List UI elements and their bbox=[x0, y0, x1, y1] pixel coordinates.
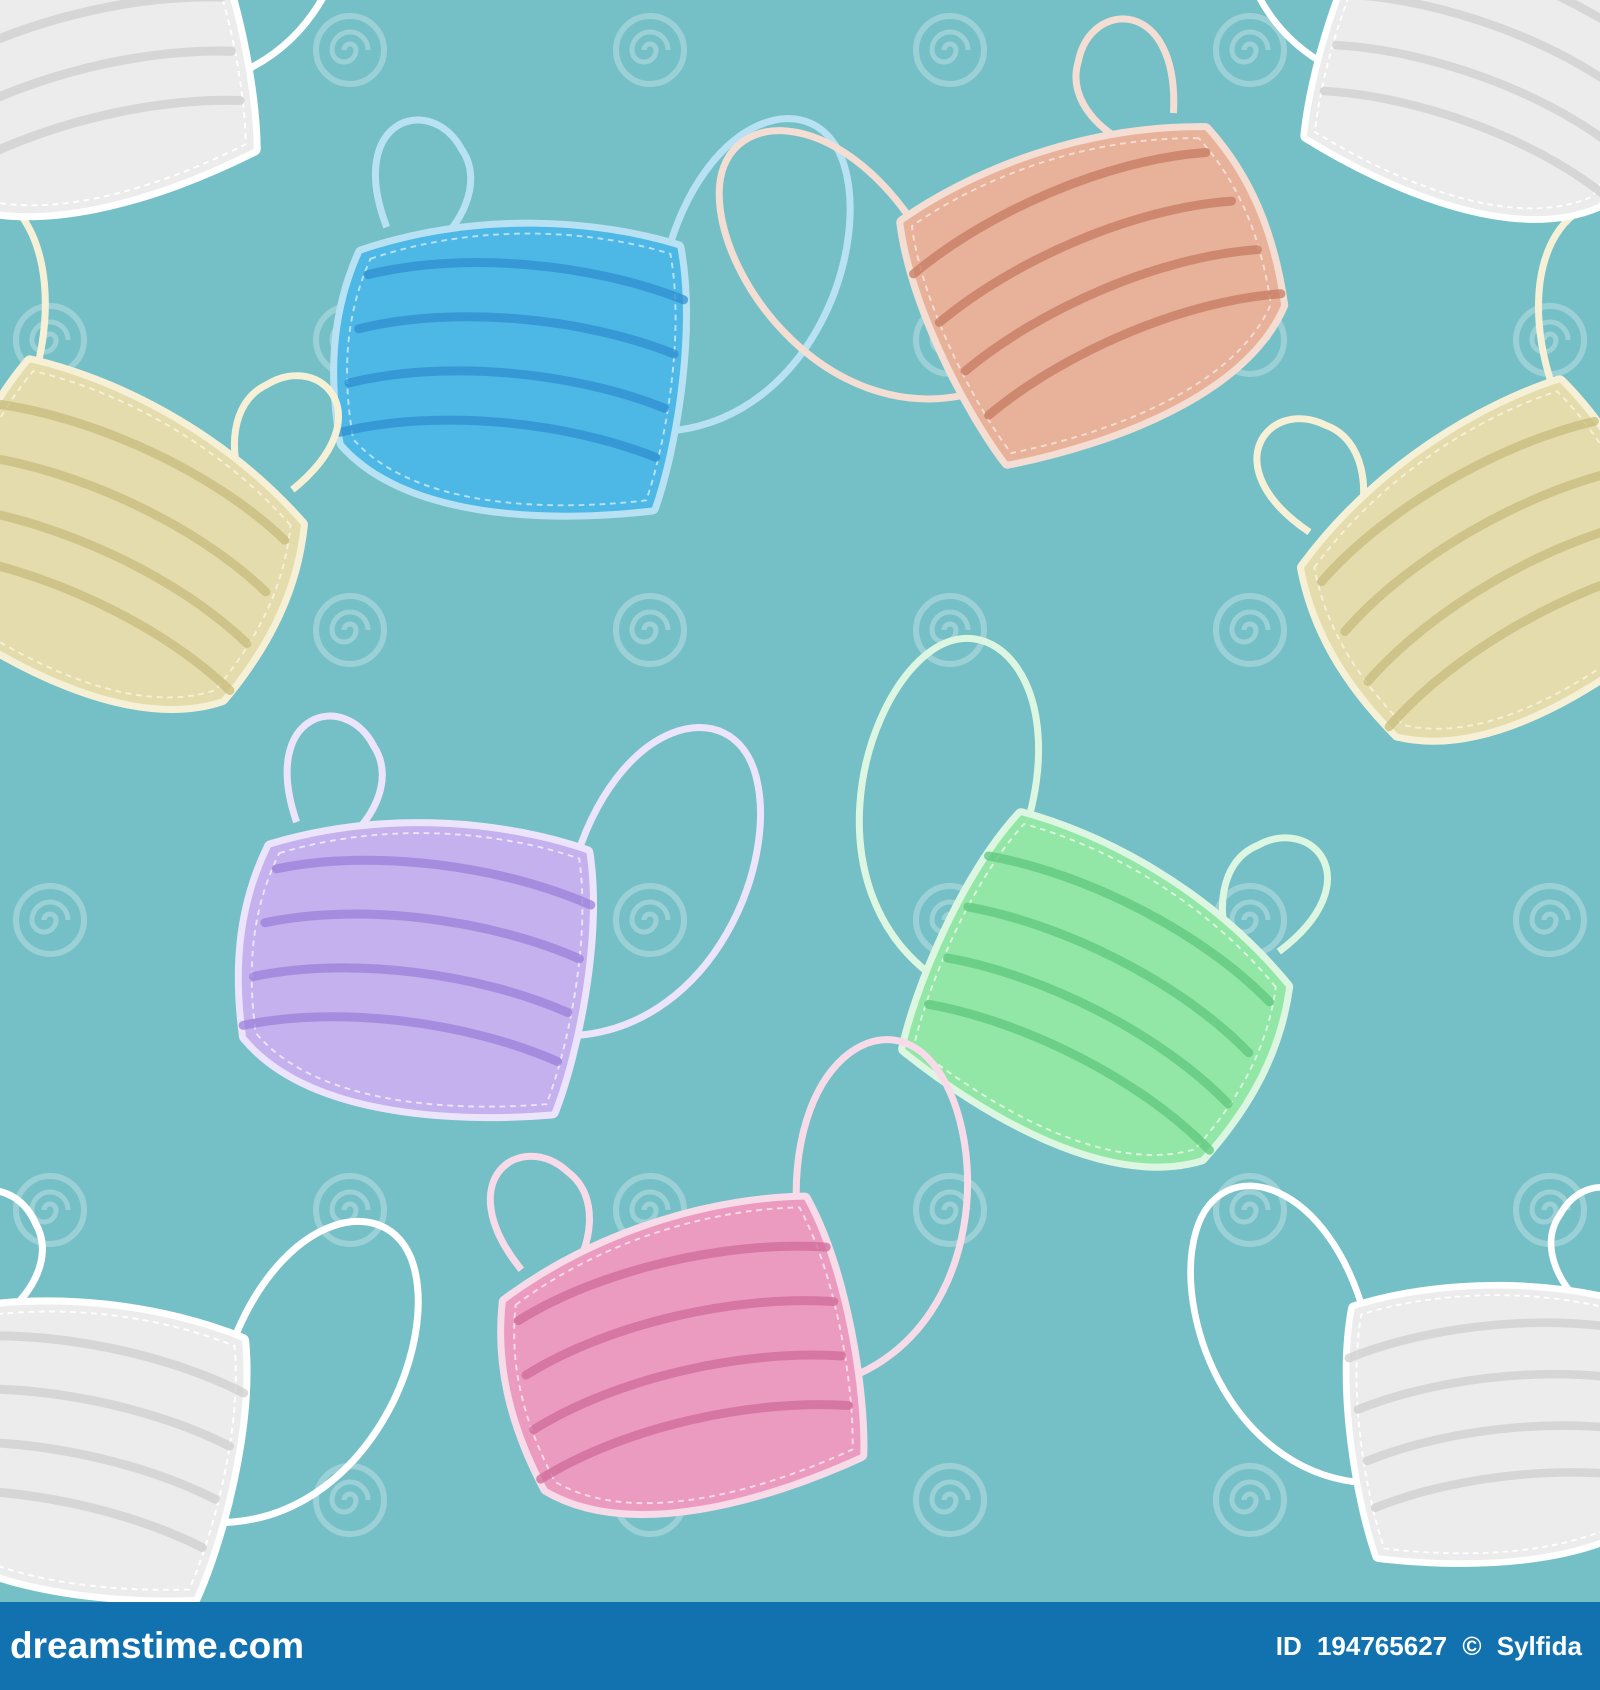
site-name[interactable]: dreamstime.com bbox=[10, 1602, 304, 1690]
stock-footer-bar: dreamstime.com ID 194765627 © Sylfida bbox=[0, 1602, 1600, 1690]
stock-photo-page: dreamstime.com ID 194765627 © Sylfida bbox=[0, 0, 1600, 1690]
copyright-symbol: © bbox=[1462, 1631, 1482, 1661]
face-mask-pattern-illustration bbox=[0, 0, 1600, 1602]
image-id: 194765627 bbox=[1316, 1631, 1448, 1661]
image-meta: ID 194765627 © Sylfida bbox=[1268, 1602, 1582, 1690]
author-name[interactable]: Sylfida bbox=[1497, 1631, 1582, 1661]
id-label: ID bbox=[1275, 1631, 1302, 1661]
